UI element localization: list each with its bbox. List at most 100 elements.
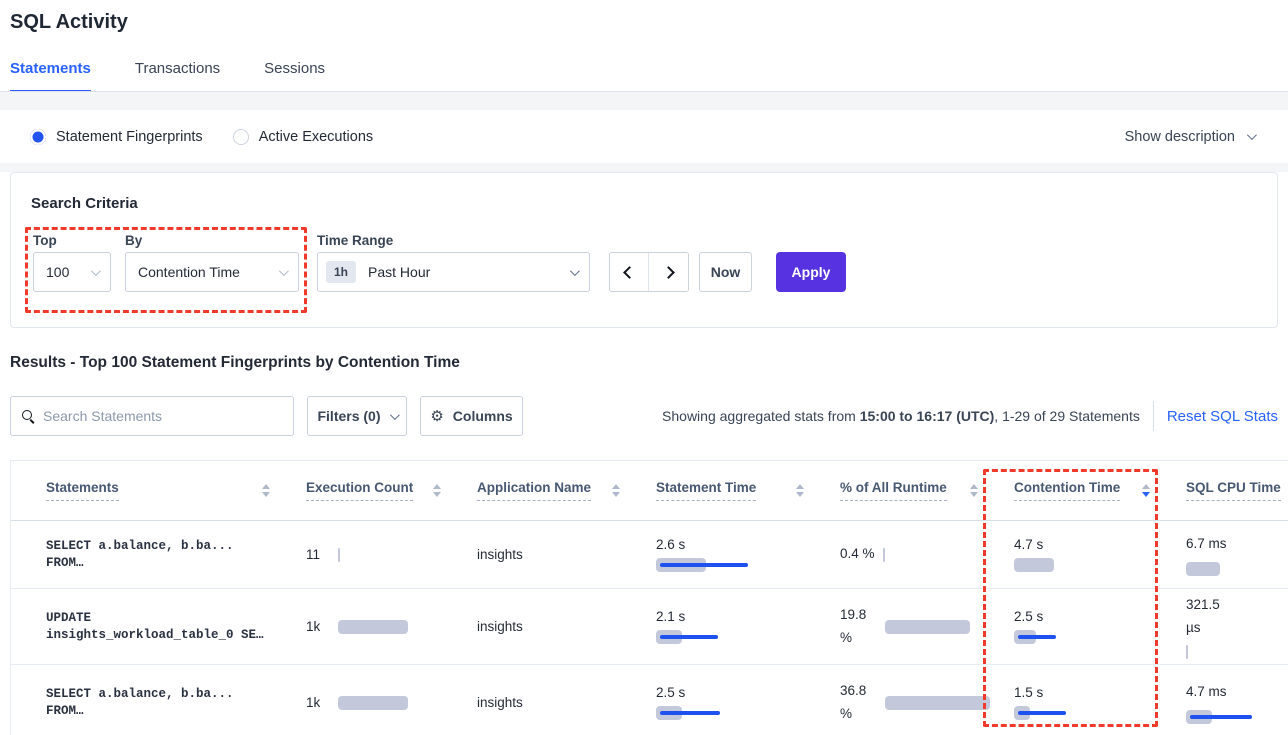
show-description-label: Show description xyxy=(1125,129,1235,145)
time-range-label: Time Range xyxy=(317,233,393,248)
radio-selected-icon[interactable] xyxy=(30,129,46,145)
column-label[interactable]: Statement Time xyxy=(656,480,756,501)
sort-down-triangle xyxy=(796,492,804,497)
application-name-value: insights xyxy=(477,695,523,710)
tab-sessions[interactable]: Sessions xyxy=(264,60,325,92)
application-name-cell: insights xyxy=(467,589,646,664)
pct-runtime-bar xyxy=(885,620,970,634)
statement-time-bar xyxy=(656,706,682,720)
pct-runtime-cell: 0.4 % xyxy=(830,521,1004,588)
chevron-down-icon xyxy=(91,266,101,276)
radio-label: Active Executions xyxy=(259,129,373,145)
sort-icon[interactable] xyxy=(612,484,620,497)
now-button[interactable]: Now xyxy=(699,252,752,292)
chevron-down-icon xyxy=(279,266,289,276)
contention-time-bar xyxy=(1014,706,1030,720)
statement-cell[interactable]: SELECT a.balance, b.ba... FROM… xyxy=(11,521,296,588)
pct-runtime-bar xyxy=(883,548,885,562)
table-row[interactable]: SELECT a.balance, b.ba... FROM… 11 insig… xyxy=(11,521,1288,589)
time-range-badge: 1h xyxy=(326,261,356,283)
execution-count-cell: 11 xyxy=(296,521,467,588)
view-toggle-row: Statement Fingerprints Active Executions… xyxy=(0,110,1288,163)
table-column-header[interactable]: Application Name xyxy=(467,461,646,520)
results-toolbar: Filters (0) ⚙ Columns Showing aggregated… xyxy=(10,396,1278,436)
radio-active-executions[interactable]: Active Executions xyxy=(233,129,373,145)
sort-up-triangle xyxy=(612,484,620,489)
next-time-button[interactable] xyxy=(649,253,688,291)
statement-line2: insights_workload_table_0 SE… xyxy=(46,628,264,642)
top-label: Top xyxy=(33,233,57,248)
tab-bar-border xyxy=(0,91,1288,92)
table-column-header[interactable]: Statements xyxy=(11,461,296,520)
sql-cpu-time-cell: 6.7 ms xyxy=(1176,521,1288,588)
tab-transactions[interactable]: Transactions xyxy=(135,60,220,92)
chevron-down-icon xyxy=(1247,130,1257,140)
column-label[interactable]: Execution Count xyxy=(306,480,413,501)
sort-icon[interactable] xyxy=(262,484,270,497)
sort-up-triangle xyxy=(970,484,978,489)
top-select-value: 100 xyxy=(46,264,69,280)
search-statements-box[interactable] xyxy=(10,396,294,436)
execution-count-bar xyxy=(338,620,408,634)
radio-unselected-icon[interactable] xyxy=(233,129,249,145)
sort-icon[interactable] xyxy=(970,484,978,497)
top-select[interactable]: 100 xyxy=(33,252,111,292)
table-column-header[interactable]: SQL CPU Time xyxy=(1176,461,1288,520)
gear-icon: ⚙ xyxy=(430,407,443,425)
reset-sql-stats-link[interactable]: Reset SQL Stats xyxy=(1167,408,1278,425)
search-statements-input[interactable] xyxy=(43,408,283,424)
table-column-header[interactable]: % of All Runtime xyxy=(830,461,1004,520)
contention-time-value: 4.7 s xyxy=(1014,537,1043,552)
statements-table: Statements Execution Count Application N… xyxy=(10,460,1288,735)
statement-line1: UPDATE xyxy=(46,611,91,625)
sort-icon[interactable] xyxy=(796,484,804,497)
column-label[interactable]: Statements xyxy=(46,480,119,501)
contention-time-cell: 1.5 s xyxy=(1004,665,1176,735)
sort-up-triangle xyxy=(433,484,441,489)
statement-time-bar xyxy=(656,558,706,572)
statement-cell[interactable]: SELECT a.balance, b.ba... FROM… xyxy=(11,665,296,735)
statement-time-value: 2.5 s xyxy=(656,685,685,700)
sql-cpu-time-bar xyxy=(1186,645,1188,659)
results-heading: Results - Top 100 Statement Fingerprints… xyxy=(10,354,460,372)
table-row[interactable]: UPDATE insights_workload_table_0 SE… 1k … xyxy=(11,589,1288,665)
column-label[interactable]: % of All Runtime xyxy=(840,480,947,501)
column-label[interactable]: SQL CPU Time xyxy=(1186,480,1281,501)
statement-cell[interactable]: UPDATE insights_workload_table_0 SE… xyxy=(11,589,296,664)
previous-time-button[interactable] xyxy=(610,253,649,291)
contention-time-bar xyxy=(1014,558,1054,572)
execution-count-bar xyxy=(338,696,408,710)
contention-time-value: 1.5 s xyxy=(1014,685,1043,700)
sort-icon[interactable] xyxy=(1142,484,1150,497)
showing-prefix: Showing aggregated stats from xyxy=(662,408,860,424)
execution-count-bar xyxy=(338,548,340,562)
table-row[interactable]: SELECT a.balance, b.ba... FROM… 1k insig… xyxy=(11,665,1288,735)
sql-cpu-time-bar xyxy=(1186,710,1212,724)
pct-runtime-value: 0.4 % xyxy=(840,543,875,566)
statement-time-cell: 2.5 s xyxy=(646,665,830,735)
time-shift-button-group xyxy=(609,252,689,292)
time-range-select[interactable]: 1h Past Hour xyxy=(317,252,590,292)
statement-time-value: 2.6 s xyxy=(656,537,685,552)
tab-bar: Statements Transactions Sessions xyxy=(10,60,325,92)
sql-cpu-time-value: 6.7 ms xyxy=(1186,533,1227,556)
column-label[interactable]: Application Name xyxy=(477,480,591,501)
sort-icon[interactable] xyxy=(433,484,441,497)
table-column-header[interactable]: Statement Time xyxy=(646,461,830,520)
show-description-toggle[interactable]: Show description xyxy=(1125,129,1254,145)
table-column-header[interactable]: Execution Count xyxy=(296,461,467,520)
sort-up-triangle xyxy=(1142,484,1150,489)
showing-stats-text: Showing aggregated stats from 15:00 to 1… xyxy=(662,408,1140,424)
apply-button[interactable]: Apply xyxy=(776,252,846,292)
radio-statement-fingerprints[interactable]: Statement Fingerprints xyxy=(30,129,203,145)
table-body: SELECT a.balance, b.ba... FROM… 11 insig… xyxy=(11,521,1288,735)
by-select[interactable]: Contention Time xyxy=(125,252,299,292)
filters-label: Filters (0) xyxy=(317,408,380,424)
sort-down-triangle xyxy=(433,492,441,497)
filters-button[interactable]: Filters (0) xyxy=(307,396,407,436)
statement-time-bar xyxy=(656,630,682,644)
table-column-header[interactable]: Contention Time xyxy=(1004,461,1176,520)
tab-statements[interactable]: Statements xyxy=(10,60,91,92)
column-label[interactable]: Contention Time xyxy=(1014,480,1120,501)
columns-button[interactable]: ⚙ Columns xyxy=(420,396,523,436)
